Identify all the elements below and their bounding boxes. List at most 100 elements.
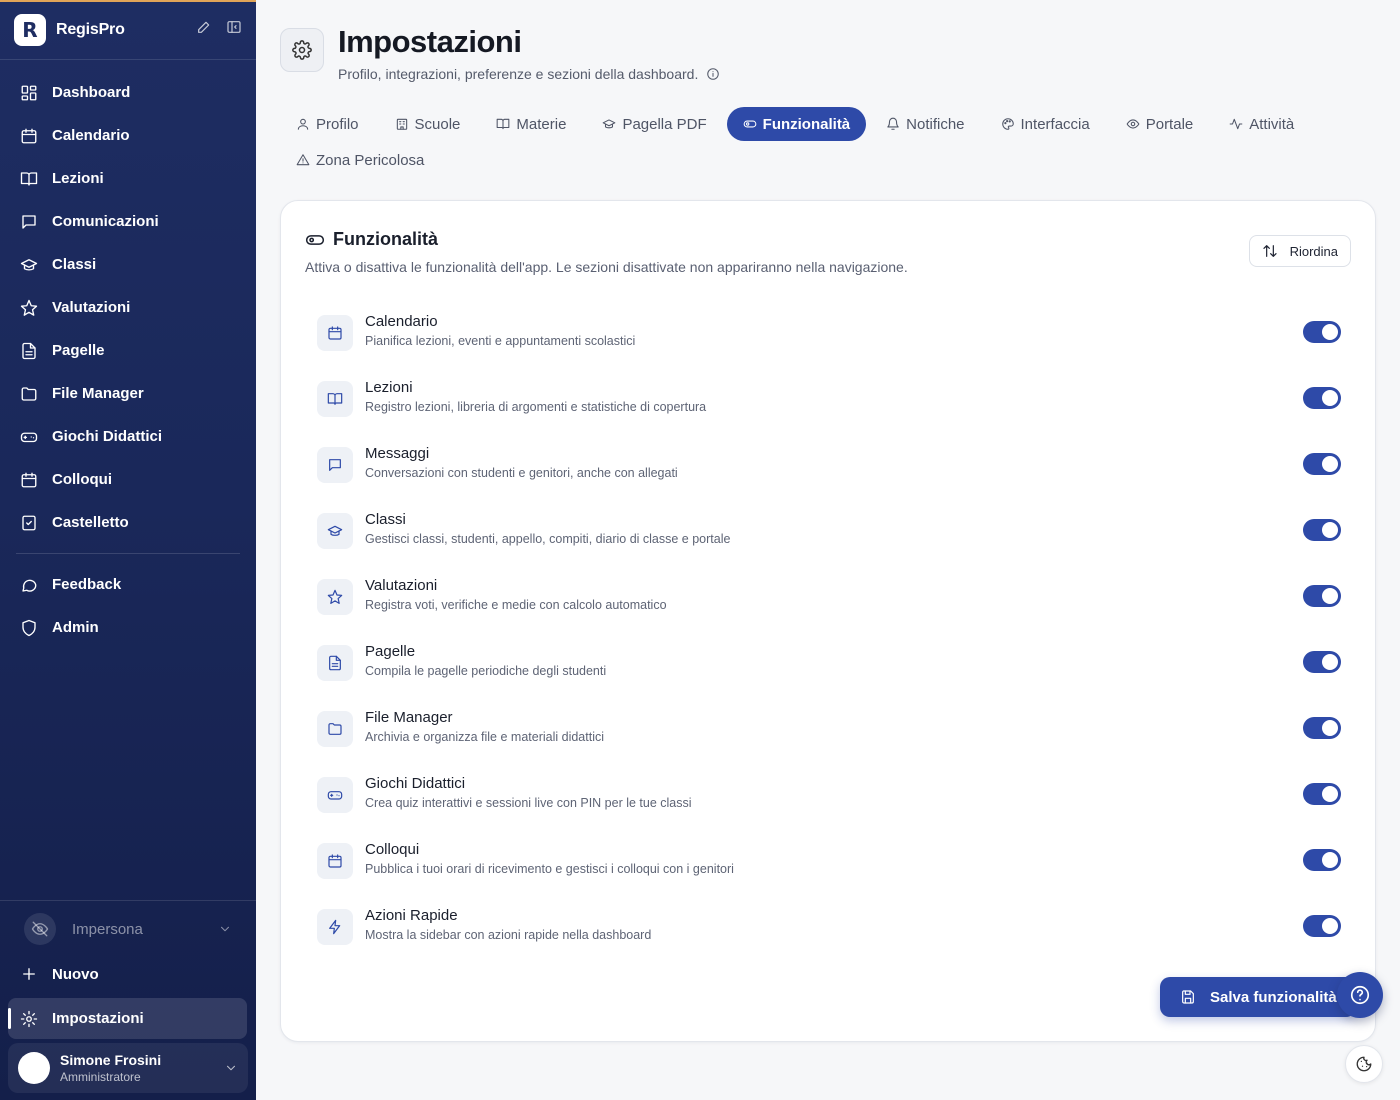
sidebar-item-comunicazioni[interactable]: Comunicazioni bbox=[8, 200, 248, 243]
tab-funzionalita[interactable]: Funzionalità bbox=[726, 107, 867, 141]
feature-description: Mostra la sidebar con azioni rapide nell… bbox=[365, 928, 652, 942]
tab-label: Funzionalità bbox=[762, 115, 851, 133]
sidebar-item-file-manager[interactable]: File Manager bbox=[8, 372, 248, 415]
user-menu[interactable]: Simone Frosini Amministratore bbox=[8, 1043, 248, 1093]
sidebar-item-giochi-didattici[interactable]: Giochi Didattici bbox=[8, 415, 248, 458]
help-circle-icon bbox=[1350, 985, 1370, 1005]
sidebar-item-label: Calendario bbox=[52, 127, 130, 144]
page-subtitle-text: Profilo, integrazioni, preferenze e sezi… bbox=[338, 66, 699, 82]
sidebar-item-dashboard[interactable]: Dashboard bbox=[8, 71, 248, 114]
feature-toggle-valutazioni[interactable] bbox=[1303, 585, 1341, 607]
sidebar-item-impostazioni[interactable]: Impostazioni bbox=[8, 998, 247, 1039]
card-title-text: Funzionalità bbox=[333, 229, 438, 249]
feature-name: Azioni Rapide bbox=[365, 907, 458, 924]
feature-description: Compila le pagelle periodiche degli stud… bbox=[365, 664, 607, 678]
dashboard-icon bbox=[21, 85, 37, 100]
sidebar-item-label: Feedback bbox=[52, 576, 122, 593]
tab-label: Zona Pericolosa bbox=[316, 151, 425, 169]
sidebar-item-colloqui[interactable]: Colloqui bbox=[8, 458, 248, 501]
tab-attivita[interactable]: Attività bbox=[1213, 107, 1310, 141]
new-button[interactable]: Nuovo bbox=[8, 953, 248, 995]
feature-row-colloqui: Colloqui Pubblica i tuoi orari di ricevi… bbox=[317, 841, 1341, 881]
file-text-icon bbox=[317, 645, 353, 681]
sidebar-item-label: File Manager bbox=[52, 385, 144, 402]
feature-name: Valutazioni bbox=[365, 577, 438, 594]
feature-description: Archivia e organizza file e materiali di… bbox=[365, 730, 604, 744]
feature-toggle-classi[interactable] bbox=[1303, 519, 1341, 541]
settings-page-icon bbox=[280, 28, 324, 72]
plus-icon bbox=[23, 968, 35, 980]
collapse-sidebar-icon[interactable] bbox=[226, 19, 242, 40]
impersona-label: Impersona bbox=[72, 920, 143, 938]
feature-toggle-azioni-rapide[interactable] bbox=[1303, 915, 1341, 937]
brand-logo[interactable]: R bbox=[14, 13, 46, 46]
user-role: Amministratore bbox=[60, 1070, 141, 1084]
warning-icon bbox=[296, 154, 310, 166]
feature-name: Lezioni bbox=[365, 379, 413, 396]
graduation-cap-icon bbox=[603, 119, 616, 129]
tab-label: Notifiche bbox=[906, 115, 965, 133]
reorder-label: Riordina bbox=[1289, 243, 1338, 259]
sidebar-item-pagelle[interactable]: Pagelle bbox=[8, 329, 248, 372]
feature-row-valutazioni: Valutazioni Registra voti, verifiche e m… bbox=[317, 577, 1341, 617]
sidebar-item-label: Dashboard bbox=[52, 84, 131, 101]
tab-interfaccia[interactable]: Interfaccia bbox=[985, 107, 1106, 141]
tab-zona-pericolosa[interactable]: Zona Pericolosa bbox=[280, 143, 440, 177]
tab-scuole[interactable]: Scuole bbox=[379, 107, 477, 141]
feature-name: Giochi Didattici bbox=[365, 775, 466, 792]
feature-name: Colloqui bbox=[365, 841, 420, 858]
save-icon bbox=[1182, 990, 1194, 1004]
sidebar-item-castelletto[interactable]: Castelletto bbox=[8, 501, 248, 544]
tab-notifiche[interactable]: Notifiche bbox=[870, 107, 980, 141]
feature-toggle-giochi-didattici[interactable] bbox=[1303, 783, 1341, 805]
tab-label: Attività bbox=[1249, 115, 1295, 133]
feature-name: Messaggi bbox=[365, 445, 430, 462]
feature-toggle-messaggi[interactable] bbox=[1303, 453, 1341, 475]
eye-icon bbox=[1126, 119, 1140, 129]
lightning-icon bbox=[317, 909, 353, 945]
feature-row-calendario: Calendario Pianifica lezioni, eventi e a… bbox=[317, 313, 1341, 353]
sidebar-item-feedback[interactable]: Feedback bbox=[8, 563, 248, 606]
feature-row-messaggi: Messaggi Conversazioni con studenti e ge… bbox=[317, 445, 1341, 485]
cookie-settings-button[interactable] bbox=[1345, 1045, 1383, 1083]
feature-description: Registro lezioni, libreria di argomenti … bbox=[365, 400, 707, 414]
message-icon bbox=[317, 447, 353, 483]
brand-name[interactable]: RegisPro bbox=[56, 21, 125, 39]
sidebar-item-calendario[interactable]: Calendario bbox=[8, 114, 248, 157]
feature-toggle-pagelle[interactable] bbox=[1303, 651, 1341, 673]
sidebar-item-valutazioni[interactable]: Valutazioni bbox=[8, 286, 248, 329]
toggle-icon bbox=[743, 120, 757, 128]
sidebar-item-label: Impostazioni bbox=[52, 1010, 144, 1027]
gear-icon bbox=[292, 40, 312, 60]
file-text-icon bbox=[22, 342, 36, 359]
gamepad-icon bbox=[20, 432, 38, 442]
feature-name: Calendario bbox=[365, 313, 438, 330]
tab-materie[interactable]: Materie bbox=[480, 107, 582, 141]
edit-icon[interactable] bbox=[196, 19, 212, 40]
calendar-check-icon bbox=[317, 843, 353, 879]
feature-description: Crea quiz interattivi e sessioni live co… bbox=[365, 796, 692, 810]
features-card: Funzionalità Attiva o disattiva le funzi… bbox=[280, 200, 1376, 1042]
school-icon bbox=[396, 118, 407, 130]
feature-toggle-file-manager[interactable] bbox=[1303, 717, 1341, 739]
feature-name: Pagelle bbox=[365, 643, 416, 660]
impersona-select[interactable]: Impersona bbox=[14, 908, 242, 950]
feature-name: Classi bbox=[365, 511, 406, 528]
tab-portale[interactable]: Portale bbox=[1110, 107, 1210, 141]
sidebar-item-label: Valutazioni bbox=[52, 299, 131, 316]
sidebar-item-label: Colloqui bbox=[52, 471, 112, 488]
sidebar-item-admin[interactable]: Admin bbox=[8, 606, 248, 649]
sidebar-item-classi[interactable]: Classi bbox=[8, 243, 248, 286]
book-open-icon bbox=[20, 171, 38, 186]
save-features-button[interactable]: Salva funzionalità bbox=[1160, 977, 1356, 1017]
sidebar-item-lezioni[interactable]: Lezioni bbox=[8, 157, 248, 200]
tab-pagella-pdf[interactable]: Pagella PDF bbox=[586, 107, 722, 141]
info-icon[interactable] bbox=[706, 67, 720, 81]
reorder-button[interactable]: Riordina bbox=[1248, 235, 1351, 267]
feature-toggle-lezioni[interactable] bbox=[1303, 387, 1341, 409]
help-button[interactable] bbox=[1337, 972, 1383, 1018]
tab-profilo[interactable]: Profilo bbox=[280, 107, 375, 141]
tab-label: Interfaccia bbox=[1020, 115, 1090, 133]
feature-toggle-colloqui[interactable] bbox=[1303, 849, 1341, 871]
feature-toggle-calendario[interactable] bbox=[1303, 321, 1341, 343]
